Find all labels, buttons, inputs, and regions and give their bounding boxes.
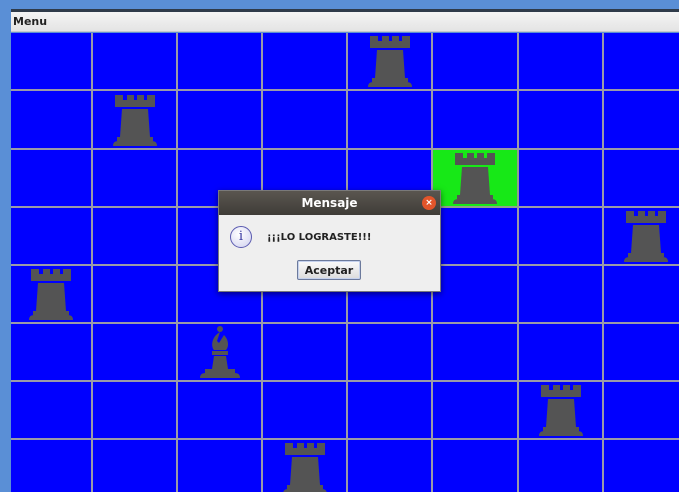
board-cell[interactable] xyxy=(178,91,263,150)
info-icon: i xyxy=(230,226,252,248)
board-cell[interactable] xyxy=(519,208,604,266)
board-cell[interactable] xyxy=(433,440,519,492)
board-cell[interactable] xyxy=(604,382,679,440)
board-cell[interactable] xyxy=(11,440,93,492)
board-cell[interactable] xyxy=(348,33,433,91)
board-cell[interactable] xyxy=(263,324,348,382)
board-cell[interactable] xyxy=(604,208,679,266)
board-cell[interactable] xyxy=(93,440,178,492)
board-cell[interactable] xyxy=(433,266,519,324)
board-cell[interactable] xyxy=(11,208,93,266)
board-cell[interactable] xyxy=(93,208,178,266)
board-cell[interactable] xyxy=(93,324,178,382)
board-cell[interactable] xyxy=(11,150,93,208)
bishop-piece-icon[interactable] xyxy=(197,325,243,379)
menu-bar: Menu xyxy=(11,12,679,32)
board-cell[interactable] xyxy=(348,382,433,440)
board-cell[interactable] xyxy=(604,324,679,382)
rook-piece-icon[interactable] xyxy=(538,383,584,437)
board-cell[interactable] xyxy=(11,91,93,150)
board-cell[interactable] xyxy=(178,324,263,382)
board-cell[interactable] xyxy=(519,324,604,382)
dialog-title-bar[interactable]: Mensaje × xyxy=(219,191,440,215)
board-cell[interactable] xyxy=(348,324,433,382)
board-cell[interactable] xyxy=(178,382,263,440)
board-cell[interactable] xyxy=(433,33,519,91)
rook-piece-icon[interactable] xyxy=(282,441,328,492)
board-cell[interactable] xyxy=(604,33,679,91)
board-cell[interactable] xyxy=(604,266,679,324)
board-cell[interactable] xyxy=(178,440,263,492)
dialog-message: ¡¡¡LO LOGRASTE!!! xyxy=(267,232,372,243)
board-cell[interactable] xyxy=(519,150,604,208)
dialog-body: i ¡¡¡LO LOGRASTE!!! Aceptar xyxy=(219,215,440,291)
rook-piece-icon[interactable] xyxy=(452,151,498,205)
board-cell[interactable] xyxy=(433,208,519,266)
board-cell[interactable] xyxy=(604,91,679,150)
board-cell[interactable] xyxy=(604,440,679,492)
dialog-title: Mensaje xyxy=(301,196,358,210)
accept-button[interactable]: Aceptar xyxy=(297,260,361,280)
board-cell[interactable] xyxy=(263,91,348,150)
board-cell[interactable] xyxy=(348,91,433,150)
board-cell[interactable] xyxy=(519,266,604,324)
rook-piece-icon[interactable] xyxy=(623,209,669,263)
board-cell[interactable] xyxy=(433,91,519,150)
board-cell[interactable] xyxy=(263,440,348,492)
board-cell[interactable] xyxy=(348,440,433,492)
rook-piece-icon[interactable] xyxy=(367,34,413,88)
message-dialog: Mensaje × i ¡¡¡LO LOGRASTE!!! Aceptar xyxy=(218,190,441,292)
board-cell[interactable] xyxy=(178,33,263,91)
board-cell[interactable] xyxy=(519,33,604,91)
board-cell[interactable] xyxy=(433,324,519,382)
board-cell-highlighted[interactable] xyxy=(433,150,519,208)
board-cell[interactable] xyxy=(93,150,178,208)
board-cell[interactable] xyxy=(93,33,178,91)
board-cell[interactable] xyxy=(519,382,604,440)
board-cell[interactable] xyxy=(11,33,93,91)
rook-piece-icon[interactable] xyxy=(28,267,74,321)
menu-item-menu[interactable]: Menu xyxy=(13,15,47,28)
board-cell[interactable] xyxy=(93,91,178,150)
rook-piece-icon[interactable] xyxy=(112,93,158,147)
board-cell[interactable] xyxy=(11,266,93,324)
board-cell[interactable] xyxy=(263,382,348,440)
board-cell[interactable] xyxy=(93,266,178,324)
board-cell[interactable] xyxy=(433,382,519,440)
board-cell[interactable] xyxy=(519,440,604,492)
board-cell[interactable] xyxy=(604,150,679,208)
close-icon[interactable]: × xyxy=(422,196,436,210)
board-cell[interactable] xyxy=(93,382,178,440)
board-cell[interactable] xyxy=(11,382,93,440)
board-cell[interactable] xyxy=(263,33,348,91)
board-cell[interactable] xyxy=(519,91,604,150)
board-cell[interactable] xyxy=(11,324,93,382)
